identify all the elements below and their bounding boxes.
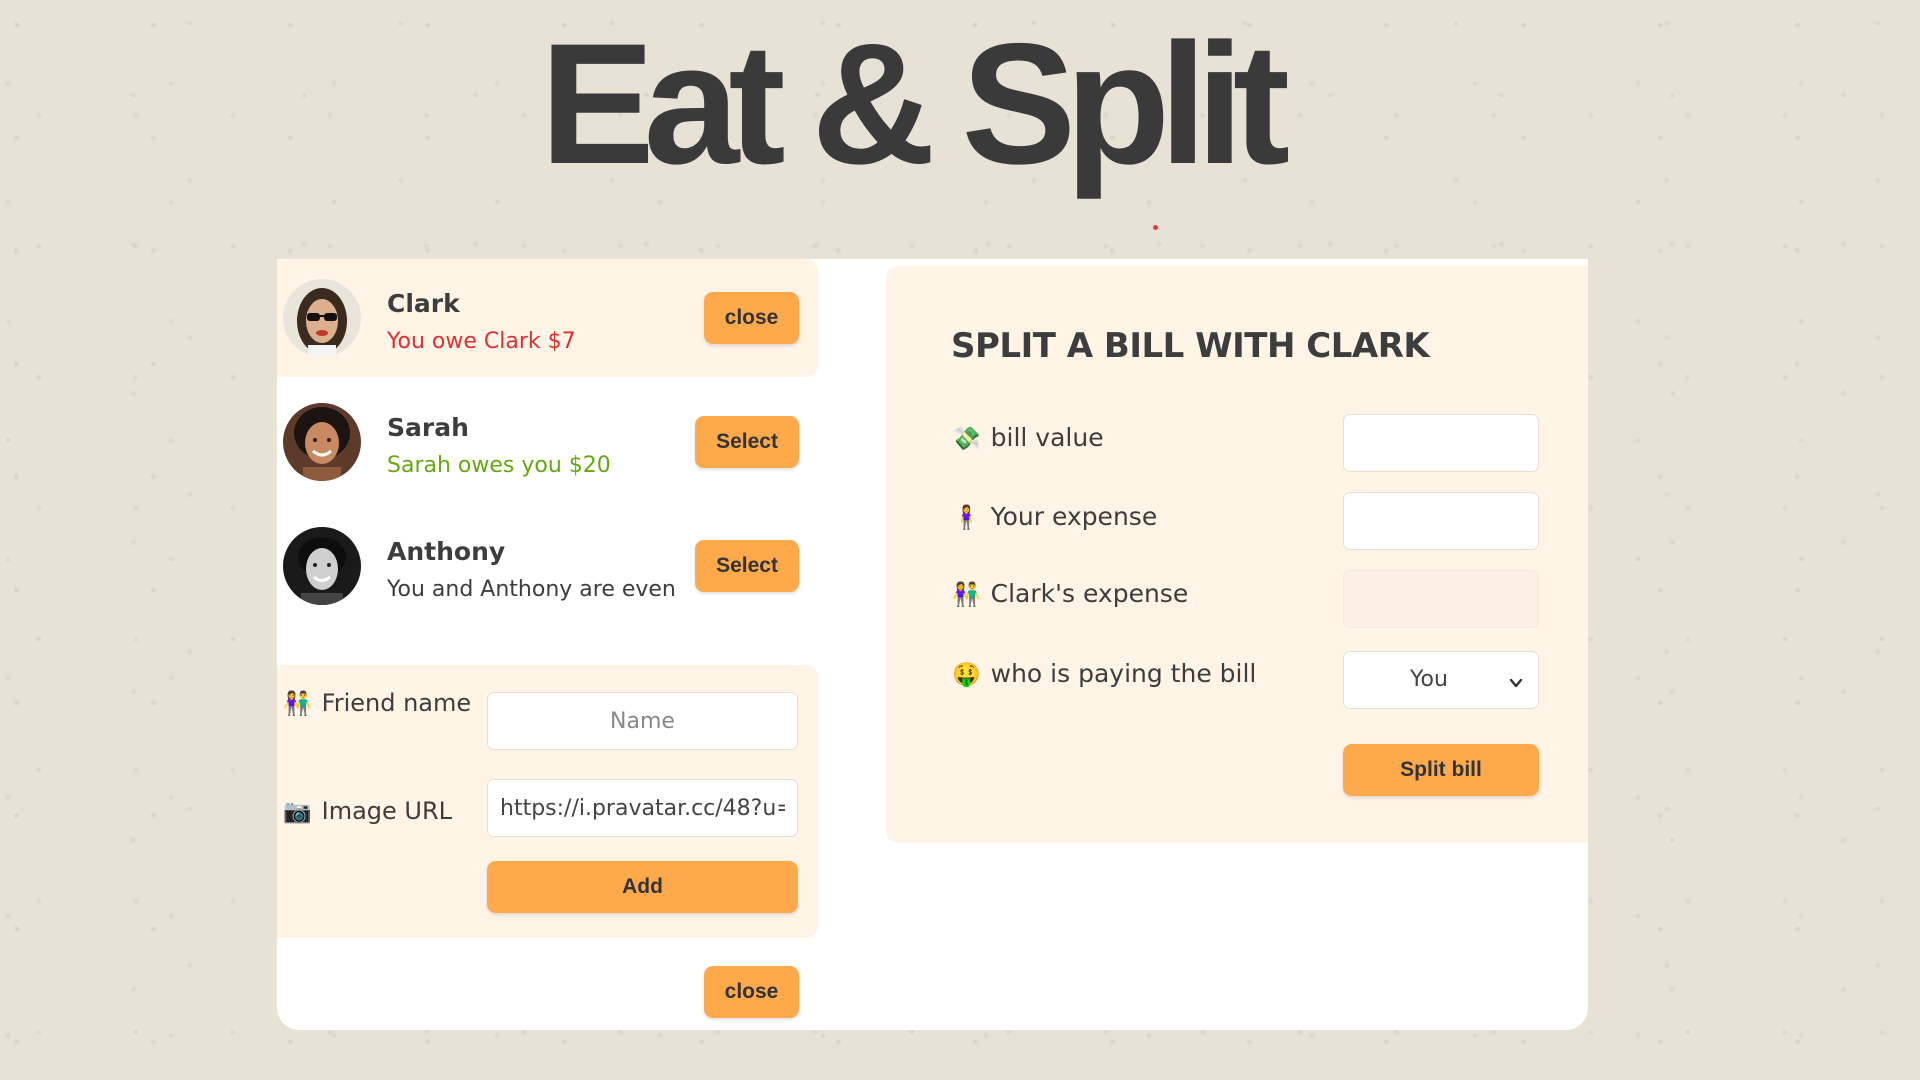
payer-select[interactable]: You <box>1343 651 1539 709</box>
friend-name: Clark <box>387 289 460 318</box>
friend-expense-label: 👫 Clark's expense <box>952 579 1189 608</box>
friend-balance-status: Sarah owes you $20 <box>387 453 611 478</box>
friend-balance-status: You owe Clark $7 <box>387 329 576 354</box>
your-expense-label: 🧍‍♀️ Your expense <box>952 502 1158 531</box>
your-expense-input[interactable] <box>1343 492 1539 550</box>
clark-avatar <box>283 279 361 357</box>
app-title: Eat & Split <box>540 8 1290 200</box>
anthony-avatar <box>283 527 361 605</box>
split-form-title: SPLIT A BILL WITH CLARK <box>951 326 1430 366</box>
friends-icon: 👫 <box>952 582 981 608</box>
friend-item-sarah: Sarah Sarah owes you $20 Select <box>277 383 818 501</box>
chevron-down-icon <box>1508 672 1524 697</box>
bill-value-input[interactable] <box>1343 414 1539 472</box>
image-url-label: 📷 Image URL <box>283 797 453 825</box>
decorative-dot <box>1153 225 1158 230</box>
add-friend-button[interactable]: Add <box>487 861 798 913</box>
money-mouth-icon: 🤑 <box>952 662 981 688</box>
payer-label: 🤑 who is paying the bill <box>952 659 1257 688</box>
friend-item-clark: Clark You owe Clark $7 close <box>277 259 818 377</box>
image-url-input[interactable] <box>487 779 798 837</box>
app-container: Clark You owe Clark $7 close Sarah Sarah… <box>277 259 1588 1030</box>
select-friend-button[interactable]: Select <box>695 416 799 468</box>
friends-icon: 👫 <box>283 691 312 717</box>
friend-name-label: 👫 Friend name <box>283 689 472 717</box>
split-bill-form: SPLIT A BILL WITH CLARK 💸 bill value 🧍‍♀️… <box>886 266 1588 843</box>
sarah-avatar <box>283 403 361 481</box>
close-friend-button[interactable]: close <box>704 292 799 344</box>
friend-balance-status: You and Anthony are even <box>387 577 676 602</box>
split-bill-button[interactable]: Split bill <box>1343 744 1539 796</box>
money-icon: 💸 <box>952 426 981 452</box>
person-icon: 🧍‍♀️ <box>952 505 981 531</box>
camera-icon: 📷 <box>283 799 312 825</box>
add-friend-form: 👫Friend name 📷Image URL Add <box>277 665 818 938</box>
friend-name: Anthony <box>387 537 506 566</box>
bill-value-label: 💸 bill value <box>952 423 1104 452</box>
payer-selected-value: You <box>1410 667 1448 692</box>
friend-name-input[interactable] <box>487 692 798 750</box>
friend-name: Sarah <box>387 413 469 442</box>
friend-item-anthony: Anthony You and Anthony are even Select <box>277 507 818 625</box>
friend-expense-input <box>1343 570 1539 628</box>
close-form-button[interactable]: close <box>704 966 799 1018</box>
select-friend-button[interactable]: Select <box>695 540 799 592</box>
